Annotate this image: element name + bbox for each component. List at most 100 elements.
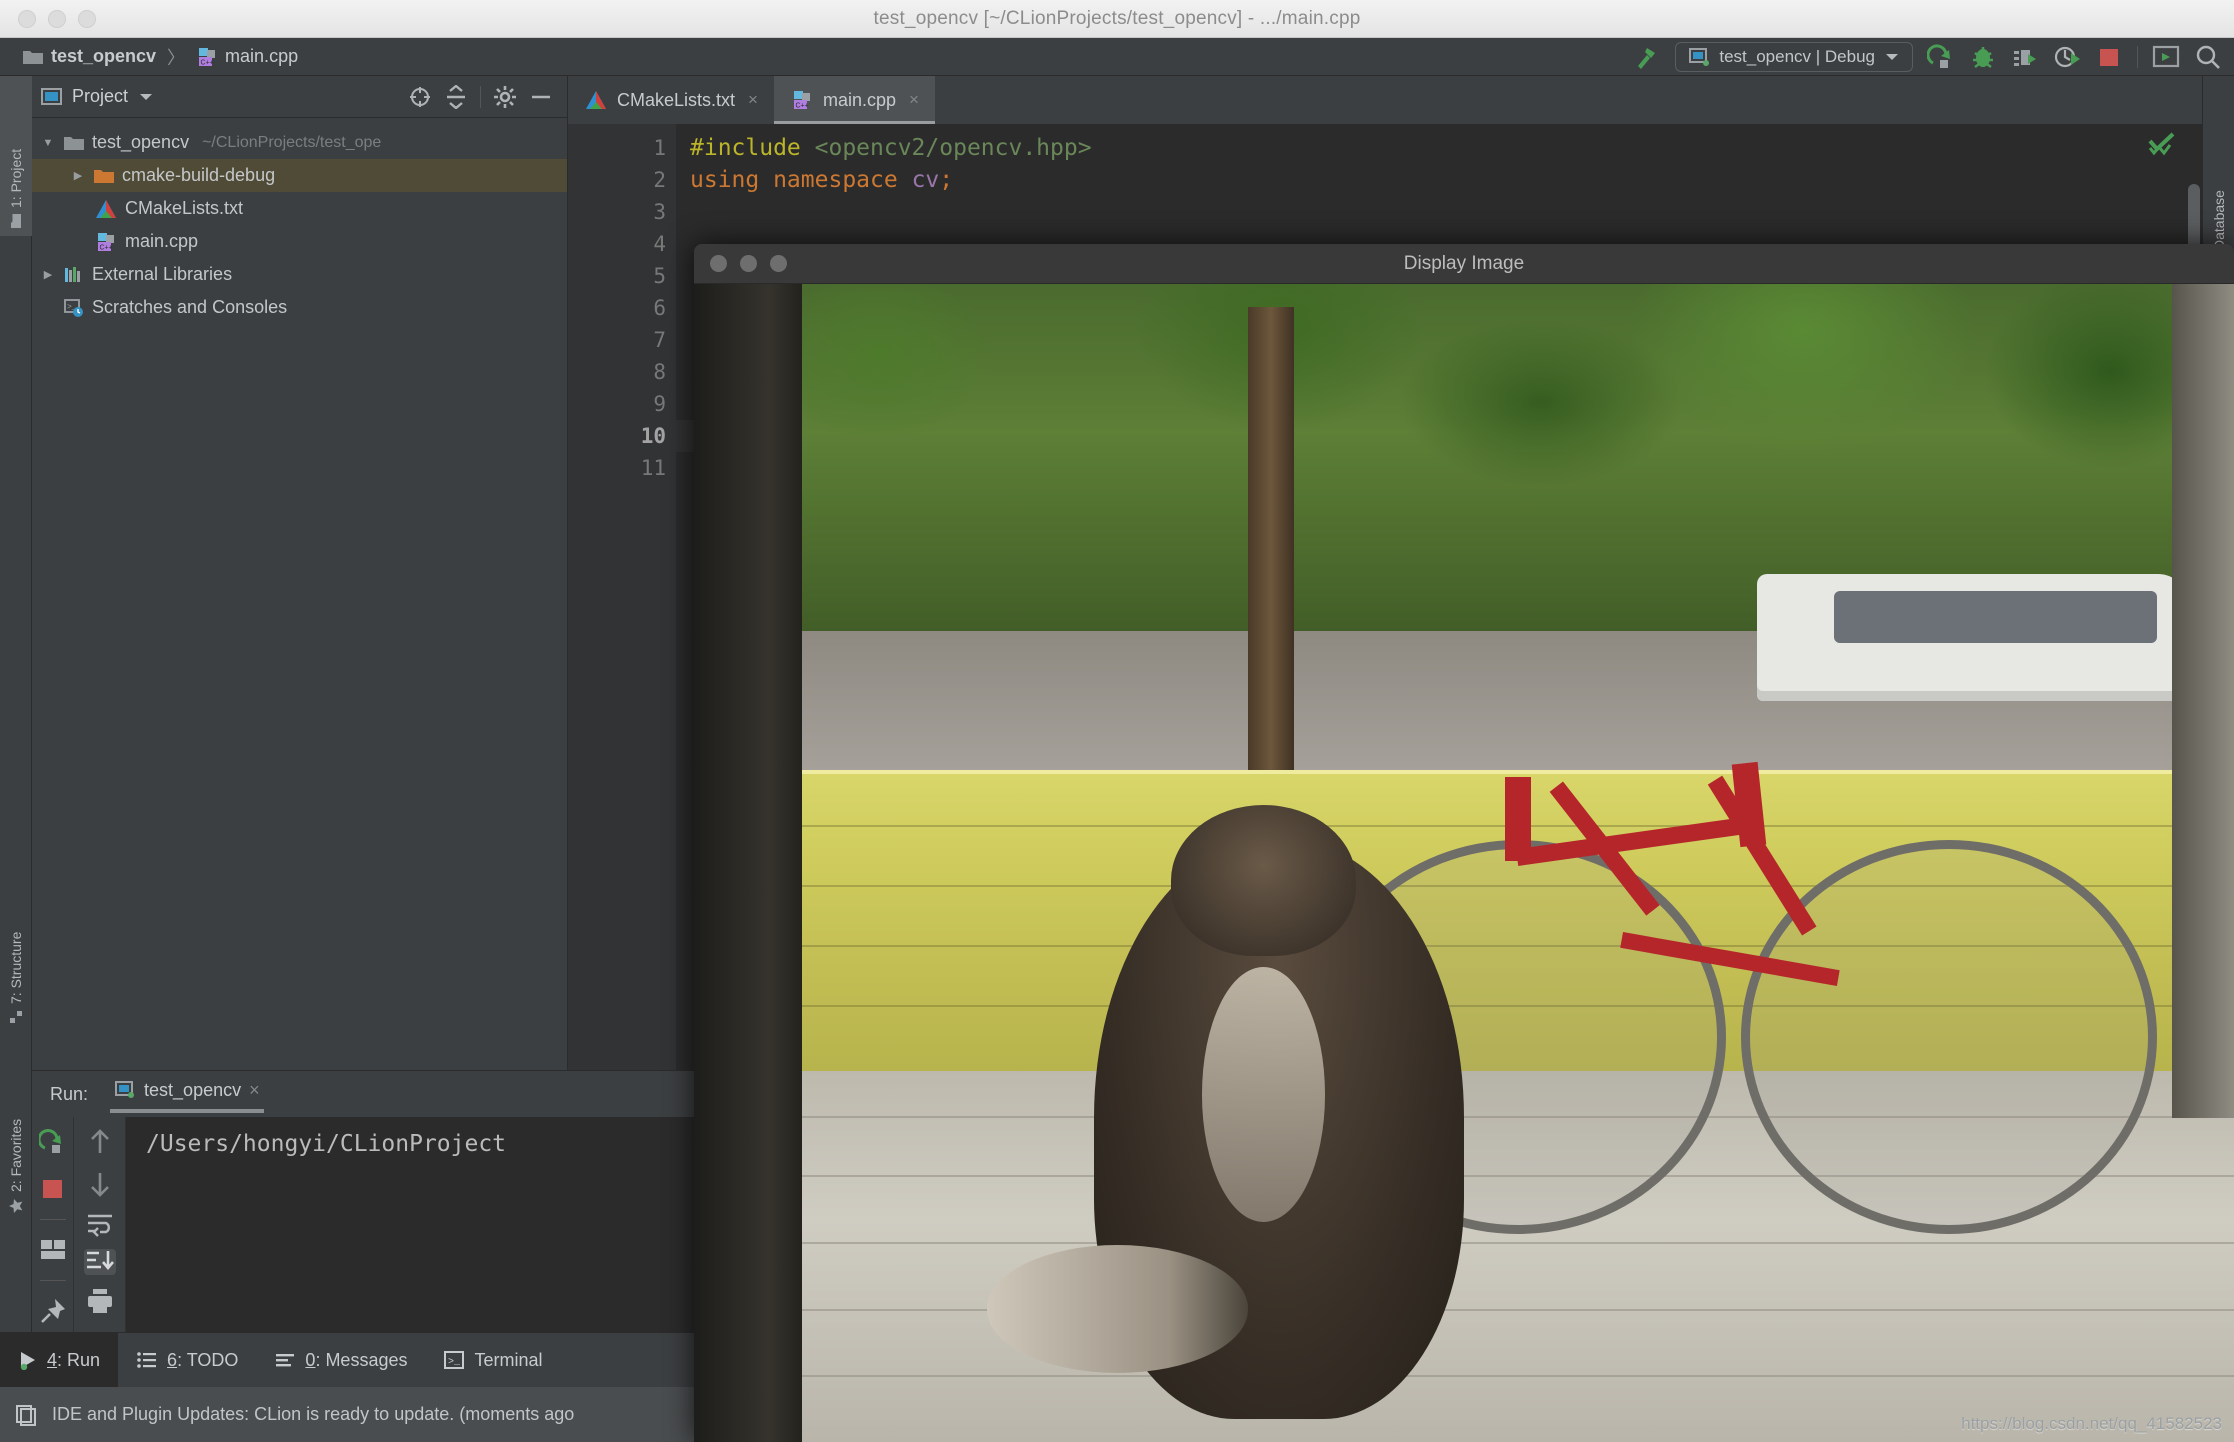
tree-node-cmakelists[interactable]: CMakeLists.txt xyxy=(32,192,567,225)
tab-cmakelists-txt[interactable]: CMakeLists.txt × xyxy=(568,76,774,124)
run-left-toolbar xyxy=(32,1117,74,1332)
tree-node-cmake-build-debug[interactable]: ▶ cmake-build-debug xyxy=(32,159,567,192)
display-image-titlebar: Display Image xyxy=(694,244,2234,284)
code-token-using: using namespace xyxy=(690,167,912,193)
code-token-semicolon: ; xyxy=(939,167,954,193)
notification-icon[interactable] xyxy=(14,1403,38,1427)
down-icon[interactable] xyxy=(84,1169,116,1199)
editor-gutter[interactable]: 1 2 3 4 5 6 7 8 9 10 11 xyxy=(568,124,676,1180)
tab-main-cpp[interactable]: C++ main.cpp × xyxy=(773,76,935,124)
chevron-down-icon[interactable] xyxy=(138,92,154,102)
photo-dog-tail xyxy=(986,1245,1249,1373)
run-with-coverage-icon[interactable] xyxy=(2011,43,2039,71)
close-icon[interactable]: × xyxy=(748,90,758,110)
bottom-tab-messages-label: : Messages xyxy=(315,1349,408,1370)
project-panel-title: Project xyxy=(72,86,129,106)
tree-node-label: Scratches and Consoles xyxy=(92,297,288,317)
hide-panel-icon[interactable] xyxy=(529,85,553,109)
breadcrumb[interactable]: test_opencv 〉 C++ main.cpp xyxy=(22,44,298,70)
bottom-tab-run[interactable]: 4: Run xyxy=(0,1333,119,1387)
tree-node-main-cpp[interactable]: C++ main.cpp xyxy=(32,225,567,258)
tree-node-label: main.cpp xyxy=(125,231,199,251)
bottom-tab-todo-label: : TODO xyxy=(177,1349,239,1370)
tree-node-label: cmake-build-debug xyxy=(122,165,276,185)
photo-van-window xyxy=(1833,590,2157,643)
rerun-icon[interactable] xyxy=(37,1127,69,1159)
collapse-all-icon[interactable] xyxy=(444,84,468,109)
breadcrumb-file[interactable]: main.cpp xyxy=(225,46,298,67)
terminal-icon[interactable] xyxy=(2152,43,2180,71)
breadcrumb-separator: 〉 xyxy=(167,47,186,68)
display-image-window[interactable]: Display Image https://blog.csdn.net/qq_4… xyxy=(694,244,2234,1442)
svg-text:C++: C++ xyxy=(795,103,808,110)
print-icon[interactable] xyxy=(84,1287,116,1315)
run-tab-label: test_opencv xyxy=(144,1079,242,1100)
stop-icon[interactable] xyxy=(37,1173,69,1205)
gear-icon[interactable] xyxy=(493,85,517,109)
code-token-header: <opencv2/opencv.hpp> xyxy=(814,135,1092,161)
run-icon[interactable] xyxy=(1927,43,1955,71)
project-view-icon xyxy=(41,87,62,105)
pin-icon[interactable] xyxy=(37,1295,69,1327)
up-icon[interactable] xyxy=(84,1127,116,1157)
chevron-right-icon[interactable]: ▶ xyxy=(70,169,86,182)
soft-wrap-icon[interactable] xyxy=(84,1211,116,1237)
line-number: 6 xyxy=(653,296,666,320)
breadcrumb-project[interactable]: test_opencv xyxy=(51,46,156,67)
code-token-include: #include xyxy=(690,135,815,161)
stop-icon[interactable] xyxy=(2095,43,2123,71)
project-tree: ▼ test_opencv ~/CLionProjects/test_ope ▶… xyxy=(32,118,567,324)
debug-icon[interactable] xyxy=(1969,43,1997,71)
code-line-1: #include <opencv2/opencv.hpp> xyxy=(676,132,2202,164)
editor-tabbar: CMakeLists.txt × C++ main.cpp × xyxy=(568,76,2202,124)
folder-orange-icon xyxy=(94,169,114,183)
cmake-icon xyxy=(586,91,606,109)
inspections-ok-icon[interactable] xyxy=(2148,132,2176,156)
locate-icon[interactable] xyxy=(408,85,432,109)
bottom-tab-todo[interactable]: 6: TODO xyxy=(118,1333,256,1387)
sidebar-item-project[interactable]: 1: Project xyxy=(0,76,32,236)
close-icon[interactable]: × xyxy=(249,1080,260,1101)
sidebar-item-project-label: 1: Project xyxy=(8,148,24,208)
sidebar-item-favorites[interactable]: 2: Favorites xyxy=(0,1047,32,1222)
close-icon[interactable]: × xyxy=(909,90,919,110)
sidebar-item-structure-label: 7: Structure xyxy=(8,931,24,1004)
chevron-down-icon[interactable]: ▼ xyxy=(40,137,56,149)
run-label: Run: xyxy=(50,1083,89,1104)
sidebar-item-structure[interactable]: 7: Structure xyxy=(0,882,32,1032)
clion-window: test_opencv [~/CLionProjects/test_opencv… xyxy=(0,0,2234,1442)
terminal-icon: >_ xyxy=(444,1351,465,1369)
svg-text:C++: C++ xyxy=(100,244,113,251)
tree-node-test-opencv[interactable]: ▼ test_opencv ~/CLionProjects/test_ope xyxy=(32,126,567,159)
tree-node-scratches[interactable]: >_ Scratches and Consoles xyxy=(32,291,567,324)
layout-icon[interactable] xyxy=(37,1234,69,1266)
sidebar-item-database-label: Database xyxy=(2211,190,2227,250)
scroll-to-end-icon[interactable] xyxy=(83,1249,116,1275)
bottom-tab-todo-num: 6 xyxy=(167,1349,178,1370)
toolbar-actions: test_opencv | Debug xyxy=(1633,38,2222,76)
run-configuration-selector[interactable]: test_opencv | Debug xyxy=(1675,42,1913,72)
chevron-right-icon[interactable]: ▶ xyxy=(40,268,56,281)
tab-label: CMakeLists.txt xyxy=(617,89,736,110)
scratches-icon: >_ xyxy=(64,298,83,317)
search-everywhere-icon[interactable] xyxy=(2194,43,2222,71)
run-tab-test-opencv[interactable]: test_opencv × xyxy=(104,1071,270,1117)
svg-text:>_: >_ xyxy=(448,1357,461,1368)
status-bar-message[interactable]: IDE and Plugin Updates: CLion is ready t… xyxy=(52,1404,574,1425)
run-right-toolbar: » xyxy=(74,1117,126,1349)
profile-icon[interactable] xyxy=(2053,43,2081,71)
left-tool-rail: 1: Project 7: Structure 2: Favorites xyxy=(0,76,32,1332)
run-icon xyxy=(20,1352,35,1370)
line-number: 2 xyxy=(653,168,666,192)
bottom-tab-messages[interactable]: 0: Messages xyxy=(256,1333,425,1387)
bottom-tab-run-num: 4 xyxy=(47,1349,58,1370)
project-tool-window: Project ▼ test_opencv ~/CLionProjects/te… xyxy=(32,76,568,1180)
panel-divider xyxy=(480,85,481,108)
messages-icon xyxy=(276,1354,295,1367)
toolbar-divider xyxy=(39,1280,66,1281)
star-icon xyxy=(9,1199,23,1213)
hammer-build-icon[interactable] xyxy=(1633,43,1661,71)
code-line-2: using namespace cv; xyxy=(676,164,2202,196)
bottom-tab-terminal[interactable]: >_ Terminal xyxy=(425,1333,560,1387)
tree-node-external-libraries[interactable]: ▶ External Libraries xyxy=(32,258,567,291)
